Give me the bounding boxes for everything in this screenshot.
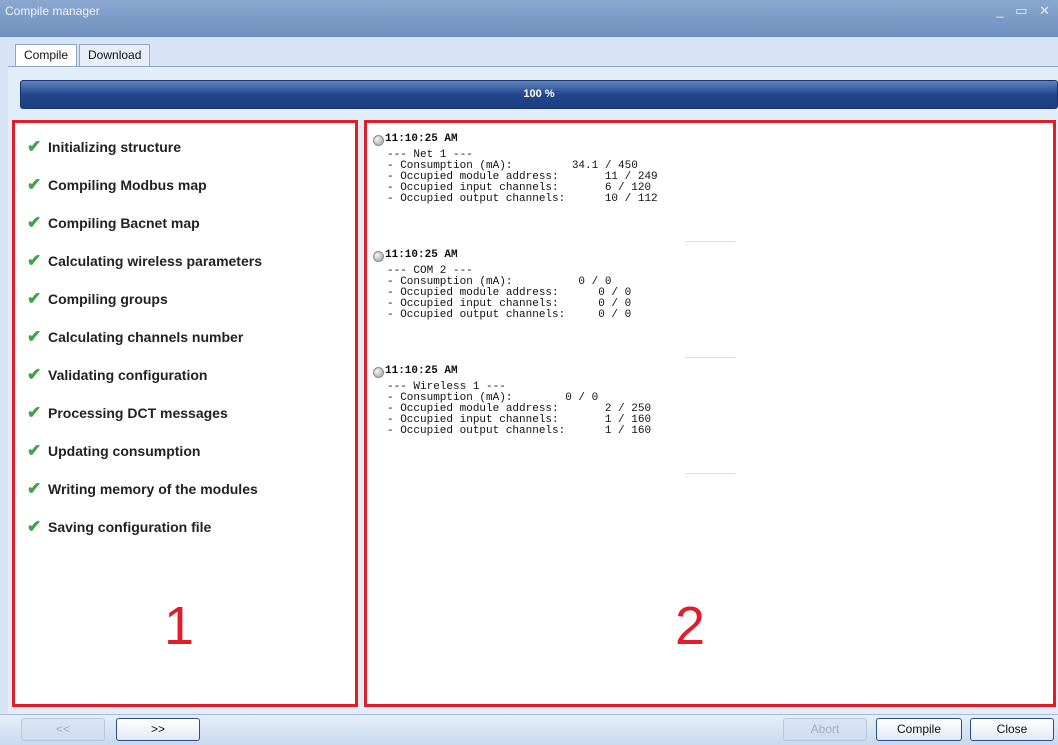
close-button[interactable]: Close <box>970 718 1054 741</box>
tab-compile[interactable]: Compile <box>15 44 78 66</box>
previous-button[interactable]: << <box>21 718 105 741</box>
window-title: Compile manager <box>5 4 100 18</box>
step-item: ✔ Calculating wireless parameters <box>27 251 262 271</box>
checkmark-icon: ✔ <box>27 175 42 194</box>
checkmark-icon: ✔ <box>27 365 42 384</box>
step-label: Processing DCT messages <box>48 405 228 421</box>
checkmark-icon: ✔ <box>27 251 42 270</box>
log-time: 11:10:25 AM <box>385 249 458 261</box>
log-lines: --- Net 1 --- - Consumption (mA): 34.1 / … <box>387 150 658 205</box>
log-line: - Occupied output channels: 0 / 0 <box>387 309 632 321</box>
step-label: Saving configuration file <box>48 519 212 535</box>
log-time: 11:10:25 AM <box>385 365 458 377</box>
steps-panel: ✔ Initializing structure ✔ Compiling Modbu… <box>12 120 358 707</box>
step-item: ✔ Updating consumption <box>27 441 200 461</box>
checkmark-icon: ✔ <box>27 213 42 232</box>
step-label: Calculating wireless parameters <box>48 253 262 269</box>
step-label: Updating consumption <box>48 443 201 459</box>
log-lines: --- COM 2 --- - Consumption (mA): 0 / 0- … <box>387 266 631 321</box>
progress-bar: 100 % <box>20 80 1058 109</box>
step-item: ✔ Calculating channels number <box>27 327 243 347</box>
step-label: Compiling Bacnet map <box>48 215 200 231</box>
next-button[interactable]: >> <box>116 718 200 741</box>
annotation-number-1: 1 <box>164 596 195 656</box>
step-item: ✔ Validating configuration <box>27 365 207 385</box>
step-item: ✔ Compiling Modbus map <box>27 175 207 195</box>
checkmark-icon: ✔ <box>27 403 42 422</box>
step-label: Calculating channels number <box>48 329 244 345</box>
checkmark-icon: ✔ <box>27 137 42 156</box>
bullet-icon <box>373 135 384 146</box>
step-item: ✔ Processing DCT messages <box>27 403 228 423</box>
log-separator <box>685 357 735 358</box>
bullet-icon <box>373 367 384 378</box>
step-label: Writing memory of the modules <box>48 481 258 497</box>
checkmark-icon: ✔ <box>27 289 42 308</box>
log-panel: 11:10:25 AM --- Net 1 --- - Consumption (… <box>364 120 1056 707</box>
log-lines: --- Wireless 1 --- - Consumption (mA): 0 … <box>387 382 651 437</box>
title-bar: Compile manager _ ▭ ✕ <box>0 0 1058 37</box>
window-controls[interactable]: _ ▭ ✕ <box>996 3 1054 19</box>
log-time: 11:10:25 AM <box>385 133 458 145</box>
checkmark-icon: ✔ <box>27 517 42 536</box>
step-item: ✔ Compiling groups <box>27 289 168 309</box>
tab-strip: Compile Download <box>15 44 152 66</box>
step-label: Validating configuration <box>48 367 208 383</box>
step-label: Compiling Modbus map <box>48 177 207 193</box>
annotation-number-2: 2 <box>675 596 706 656</box>
progress-label: 100 % <box>523 88 555 100</box>
log-separator <box>685 473 735 474</box>
compile-button[interactable]: Compile <box>876 718 962 741</box>
log-line: - Occupied output channels: 1 / 160 <box>387 425 652 437</box>
tab-download[interactable]: Download <box>79 44 151 66</box>
step-item: ✔ Writing memory of the modules <box>27 479 258 499</box>
bullet-icon <box>373 251 384 262</box>
abort-button[interactable]: Abort <box>783 718 867 741</box>
step-label: Compiling groups <box>48 291 168 307</box>
checkmark-icon: ✔ <box>27 327 42 346</box>
bottom-toolbar: << >> Abort Compile Close <box>0 714 1058 745</box>
log-separator <box>685 241 735 242</box>
checkmark-icon: ✔ <box>27 441 42 460</box>
step-item: ✔ Initializing structure <box>27 137 181 157</box>
log-line: - Occupied output channels: 10 / 112 <box>387 193 658 205</box>
step-label: Initializing structure <box>48 139 182 155</box>
step-item: ✔ Compiling Bacnet map <box>27 213 200 233</box>
checkmark-icon: ✔ <box>27 479 42 498</box>
step-item: ✔ Saving configuration file <box>27 517 211 537</box>
